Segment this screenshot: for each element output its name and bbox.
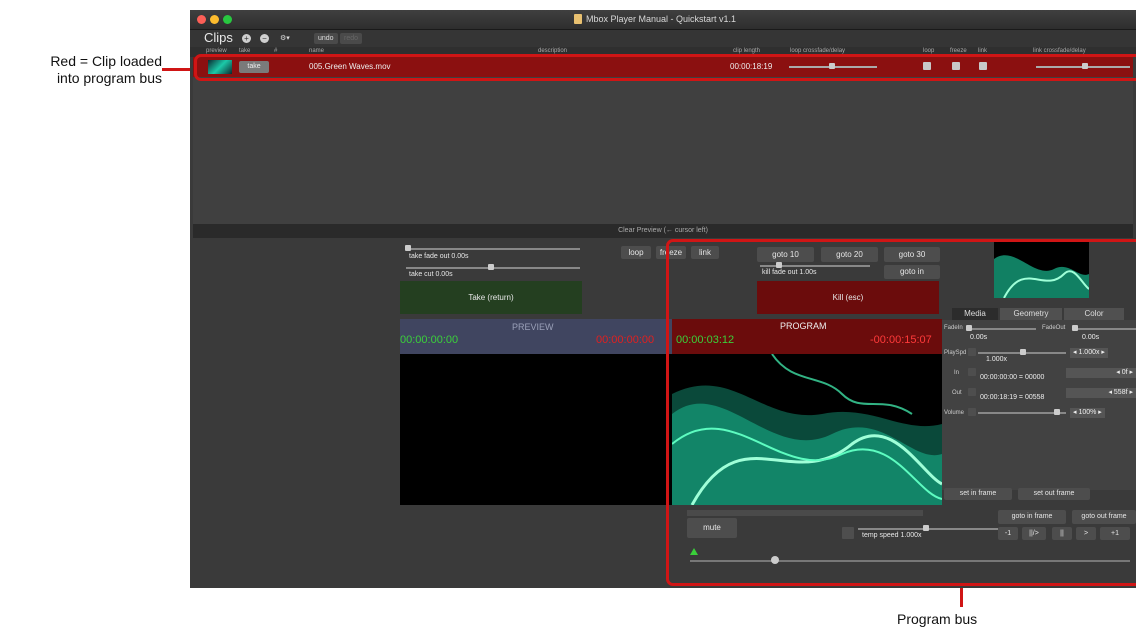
close-window-button[interactable] xyxy=(197,15,206,24)
title-bar: Mbox Player Manual - Quickstart v1.1 xyxy=(190,10,1136,30)
clips-toolbar: Clips + − ⚙▾ undo redo xyxy=(190,30,1136,47)
take-fade-out-slider[interactable] xyxy=(406,248,580,250)
clips-title: Clips xyxy=(204,30,233,45)
clip-row-highlight xyxy=(194,54,1136,81)
clip-list: take 005.Green Waves.mov 00:00:18:19 xyxy=(193,57,1133,224)
take-fade-out-knob[interactable] xyxy=(405,245,411,251)
gear-menu-icon[interactable]: ⚙▾ xyxy=(276,33,294,44)
minimize-window-button[interactable] xyxy=(210,15,219,24)
preview-remaining: 00:00:00:00 xyxy=(596,334,655,346)
take-return-button[interactable]: Take (return) xyxy=(400,281,582,314)
take-cut-label: take cut 0.00s xyxy=(409,271,453,278)
annotation-left-line2: into program bus xyxy=(56,70,162,86)
clear-preview-button[interactable]: Clear Preview (← cursor left) xyxy=(193,224,1133,238)
loop-button[interactable]: loop xyxy=(621,246,651,259)
annotation-left: Red = Clip loaded into program bus xyxy=(10,53,162,87)
take-cut-knob[interactable] xyxy=(488,264,494,270)
window-title: Mbox Player Manual - Quickstart v1.1 xyxy=(586,14,737,24)
zoom-window-button[interactable] xyxy=(223,15,232,24)
annotation-bottom-leader xyxy=(960,585,963,607)
undo-button[interactable]: undo xyxy=(314,33,338,44)
take-fade-out-label: take fade out 0.00s xyxy=(409,253,469,260)
preview-screen xyxy=(400,354,672,505)
annotation-program-bus: Program bus xyxy=(897,611,978,627)
annotation-left-line1: Red = Clip loaded xyxy=(50,53,162,69)
add-clip-icon[interactable]: + xyxy=(242,34,251,43)
preview-header: PREVIEW 00:00:00:00 00:00:00:00 xyxy=(400,319,672,354)
preview-timecode: 00:00:00:00 xyxy=(400,334,459,346)
redo-button[interactable]: redo xyxy=(340,33,363,44)
document-icon xyxy=(574,14,582,24)
program-bus-highlight xyxy=(666,239,1136,586)
preview-label: PREVIEW xyxy=(512,322,554,332)
remove-clip-icon[interactable]: − xyxy=(260,34,269,43)
